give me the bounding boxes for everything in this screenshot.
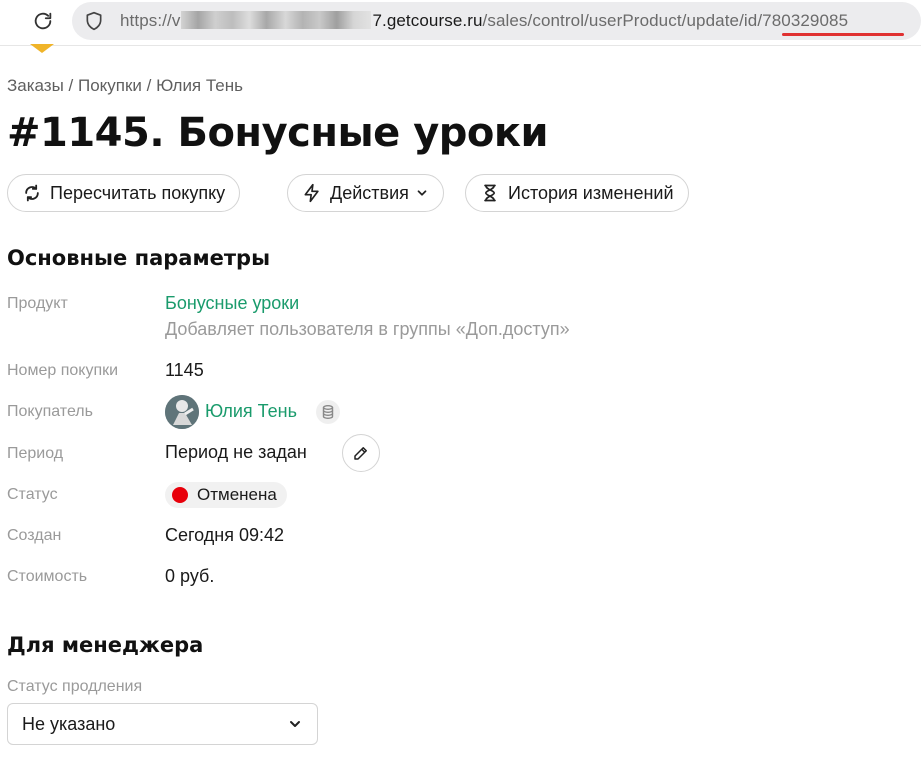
created-value: Сегодня 09:42	[165, 525, 285, 545]
status-dot	[172, 487, 188, 503]
url-highlight-underline	[782, 33, 904, 36]
breadcrumb-separator: /	[141, 76, 157, 95]
pencil-icon	[354, 447, 367, 460]
breadcrumb-user[interactable]: Юлия Тень	[156, 76, 243, 95]
url-redacted	[181, 11, 372, 29]
recalculate-button[interactable]: Пересчитать покупку	[7, 174, 241, 212]
breadcrumb-purchases[interactable]: Покупки	[78, 76, 142, 95]
manager-section-title: Для менеджера	[7, 633, 204, 657]
renewal-status-label: Статус продления	[7, 678, 143, 695]
breadcrumb-separator: /	[63, 76, 78, 95]
edit-period-button[interactable]	[342, 434, 380, 472]
shield-icon	[84, 11, 104, 35]
period-label: Период	[7, 445, 64, 462]
chevron-down-icon	[290, 721, 300, 727]
url-text: https://v 7.getcourse.ru/sales/control/us…	[120, 11, 848, 31]
product-link[interactable]: Бонусные уроки	[165, 293, 299, 314]
buyer-label: Покупатель	[7, 403, 93, 420]
browser-toolbar: https://v 7.getcourse.ru/sales/control/us…	[0, 0, 921, 46]
cost-value: 0 руб.	[165, 566, 215, 586]
breadcrumb: Заказы / Покупки / Юлия Тень	[7, 76, 243, 96]
reload-icon[interactable]	[28, 6, 58, 36]
cost-label: Стоимость	[7, 568, 88, 585]
avatar[interactable]	[165, 395, 199, 429]
renewal-status-select[interactable]: Не указано	[7, 703, 318, 745]
chevron-down-icon	[417, 190, 427, 196]
status-value: Отменена	[197, 485, 277, 504]
refresh-icon	[25, 184, 39, 202]
breadcrumb-orders[interactable]: Заказы	[7, 76, 64, 95]
status-label: Статус	[7, 486, 58, 503]
status-badge: Отменена	[165, 482, 287, 508]
actions-label: Действия	[330, 182, 409, 203]
url-host: 7.getcourse.ru	[372, 11, 483, 30]
created-label: Создан	[7, 527, 62, 544]
url-prefix: https://v	[120, 11, 181, 30]
url-path: /sales/control/userProduct/update/	[482, 11, 744, 30]
lightning-icon	[304, 183, 319, 203]
period-value: Период не задан	[165, 442, 307, 462]
purchase-number-value: 1145	[165, 360, 204, 380]
renewal-status-value: Не указано	[22, 713, 116, 734]
page-title: #1145. Бонусные уроки	[7, 110, 549, 156]
recalculate-label: Пересчитать покупку	[50, 182, 226, 203]
logo-fragment	[30, 44, 54, 53]
history-label: История изменений	[508, 182, 674, 203]
product-description: Добавляет пользователя в группы «Доп.дос…	[165, 319, 570, 339]
url-path-id: id/780329085	[743, 11, 849, 30]
hourglass-icon	[484, 184, 496, 202]
buyer-link[interactable]: Юлия Тень	[205, 401, 297, 422]
purchase-number-label: Номер покупки	[7, 362, 119, 379]
main-params-title: Основные параметры	[7, 246, 271, 270]
actions-dropdown-button[interactable]: Действия	[287, 174, 444, 212]
history-button[interactable]: История изменений	[465, 174, 689, 212]
database-icon[interactable]	[316, 400, 340, 424]
product-label: Продукт	[7, 295, 68, 312]
